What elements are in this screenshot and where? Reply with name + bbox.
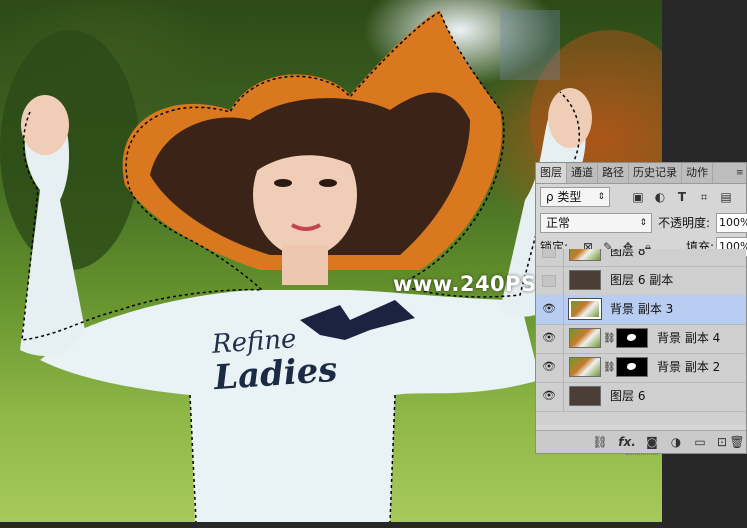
adjustment-filter-icon[interactable]: ◐ [652,189,668,205]
layers-panel: 图层 通道 路径 历史记录 动作 ≡ ρ 类型 ⇕ ▣ ◐ T ⌗ ▤ 正常 ⇕… [535,162,747,455]
blend-mode-select[interactable]: 正常 ⇕ [540,213,652,233]
layer-thumbnail [568,298,602,320]
layer-name: 背景 副本 2 [657,360,721,374]
layer-name: 图层 6 副本 [610,273,674,287]
panel-tab-bar: 图层 通道 路径 历史记录 动作 ≡ [536,163,746,184]
visibility-off-box[interactable] [542,275,556,287]
tab-channels[interactable]: 通道 [567,163,598,183]
chevron-updown-icon: ⇕ [597,192,605,202]
blend-row: 正常 ⇕ 不透明度: 100% [540,213,747,235]
layer-name: 背景 副本 3 [610,302,674,316]
chain-link-icon[interactable]: ⛓ [603,353,616,382]
image-filter-icon[interactable]: ▣ [630,189,646,205]
layer-row[interactable]: 图层 6 副本 [536,266,746,296]
new-group-icon[interactable]: ▭ [692,434,708,450]
type-filter-icon[interactable]: T [674,189,690,205]
layer-name: 图层 6 [610,389,646,403]
layer-row[interactable]: 图层 8 [536,249,746,267]
layer-row[interactable]: 👁︎ ⛓ 背景 副本 2 [536,353,746,383]
delete-layer-icon[interactable]: 🗑︎ [729,434,745,450]
opacity-input[interactable]: 100% [716,213,747,233]
layer-row[interactable]: 👁︎ ⛓ 背景 副本 4 [536,324,746,354]
layer-thumbnail [569,328,601,348]
panel-menu-icon[interactable]: ≡ [736,163,746,183]
tab-layers[interactable]: 图层 [536,163,567,183]
eye-icon[interactable]: 👁︎ [542,390,556,402]
layer-name: 图层 8 [610,249,646,258]
tab-actions[interactable]: 动作 [682,163,713,183]
smart-object-filter-icon[interactable]: ▤ [718,189,734,205]
opacity-label: 不透明度: [658,216,711,230]
layer-row[interactable]: 👁︎ 图层 6 [536,382,746,412]
filter-row: ρ 类型 ⇕ ▣ ◐ T ⌗ ▤ [540,187,742,209]
filter-kind-select[interactable]: ρ 类型 ⇕ [540,187,610,207]
panel-resize-grip[interactable] [626,454,658,459]
layer-name: 背景 副本 4 [657,331,721,345]
eye-icon[interactable]: 👁︎ [542,303,556,315]
layer-thumbnail [569,270,601,290]
layer-row-selected[interactable]: 👁︎ 背景 副本 3 [536,295,746,325]
chain-link-icon[interactable]: ⛓ [603,324,616,353]
tab-paths[interactable]: 路径 [598,163,629,183]
fx-icon[interactable]: fx. [616,434,638,450]
layer-thumbnail [569,386,601,406]
layer-list: 图层 8 图层 6 副本 👁︎ 背景 副本 3 👁︎ ⛓ 背景 副本 4 👁︎ [536,249,746,425]
adjustment-layer-icon[interactable]: ◑ [668,434,684,450]
layer-mask-thumbnail[interactable] [616,328,648,348]
add-mask-icon[interactable]: ◙ [644,434,660,450]
new-layer-icon[interactable]: ⊡ [714,434,730,450]
eye-icon[interactable]: 👁︎ [542,361,556,373]
layers-bottom-toolbar: ⛓ fx. ◙ ◑ ▭ ⊡ 🗑︎ [536,430,746,455]
layer-thumbnail [569,357,601,377]
layer-mask-thumbnail[interactable] [616,357,648,377]
blend-mode-value: 正常 [546,216,571,230]
shape-filter-icon[interactable]: ⌗ [696,189,712,205]
visibility-off-box[interactable] [542,249,556,258]
link-layers-icon[interactable]: ⛓ [592,434,608,450]
chevron-updown-icon: ⇕ [639,218,647,228]
tab-history[interactable]: 历史记录 [629,163,682,183]
eye-icon[interactable]: 👁︎ [542,332,556,344]
layer-thumbnail [569,249,601,261]
filter-kind-label: ρ 类型 [546,190,582,204]
